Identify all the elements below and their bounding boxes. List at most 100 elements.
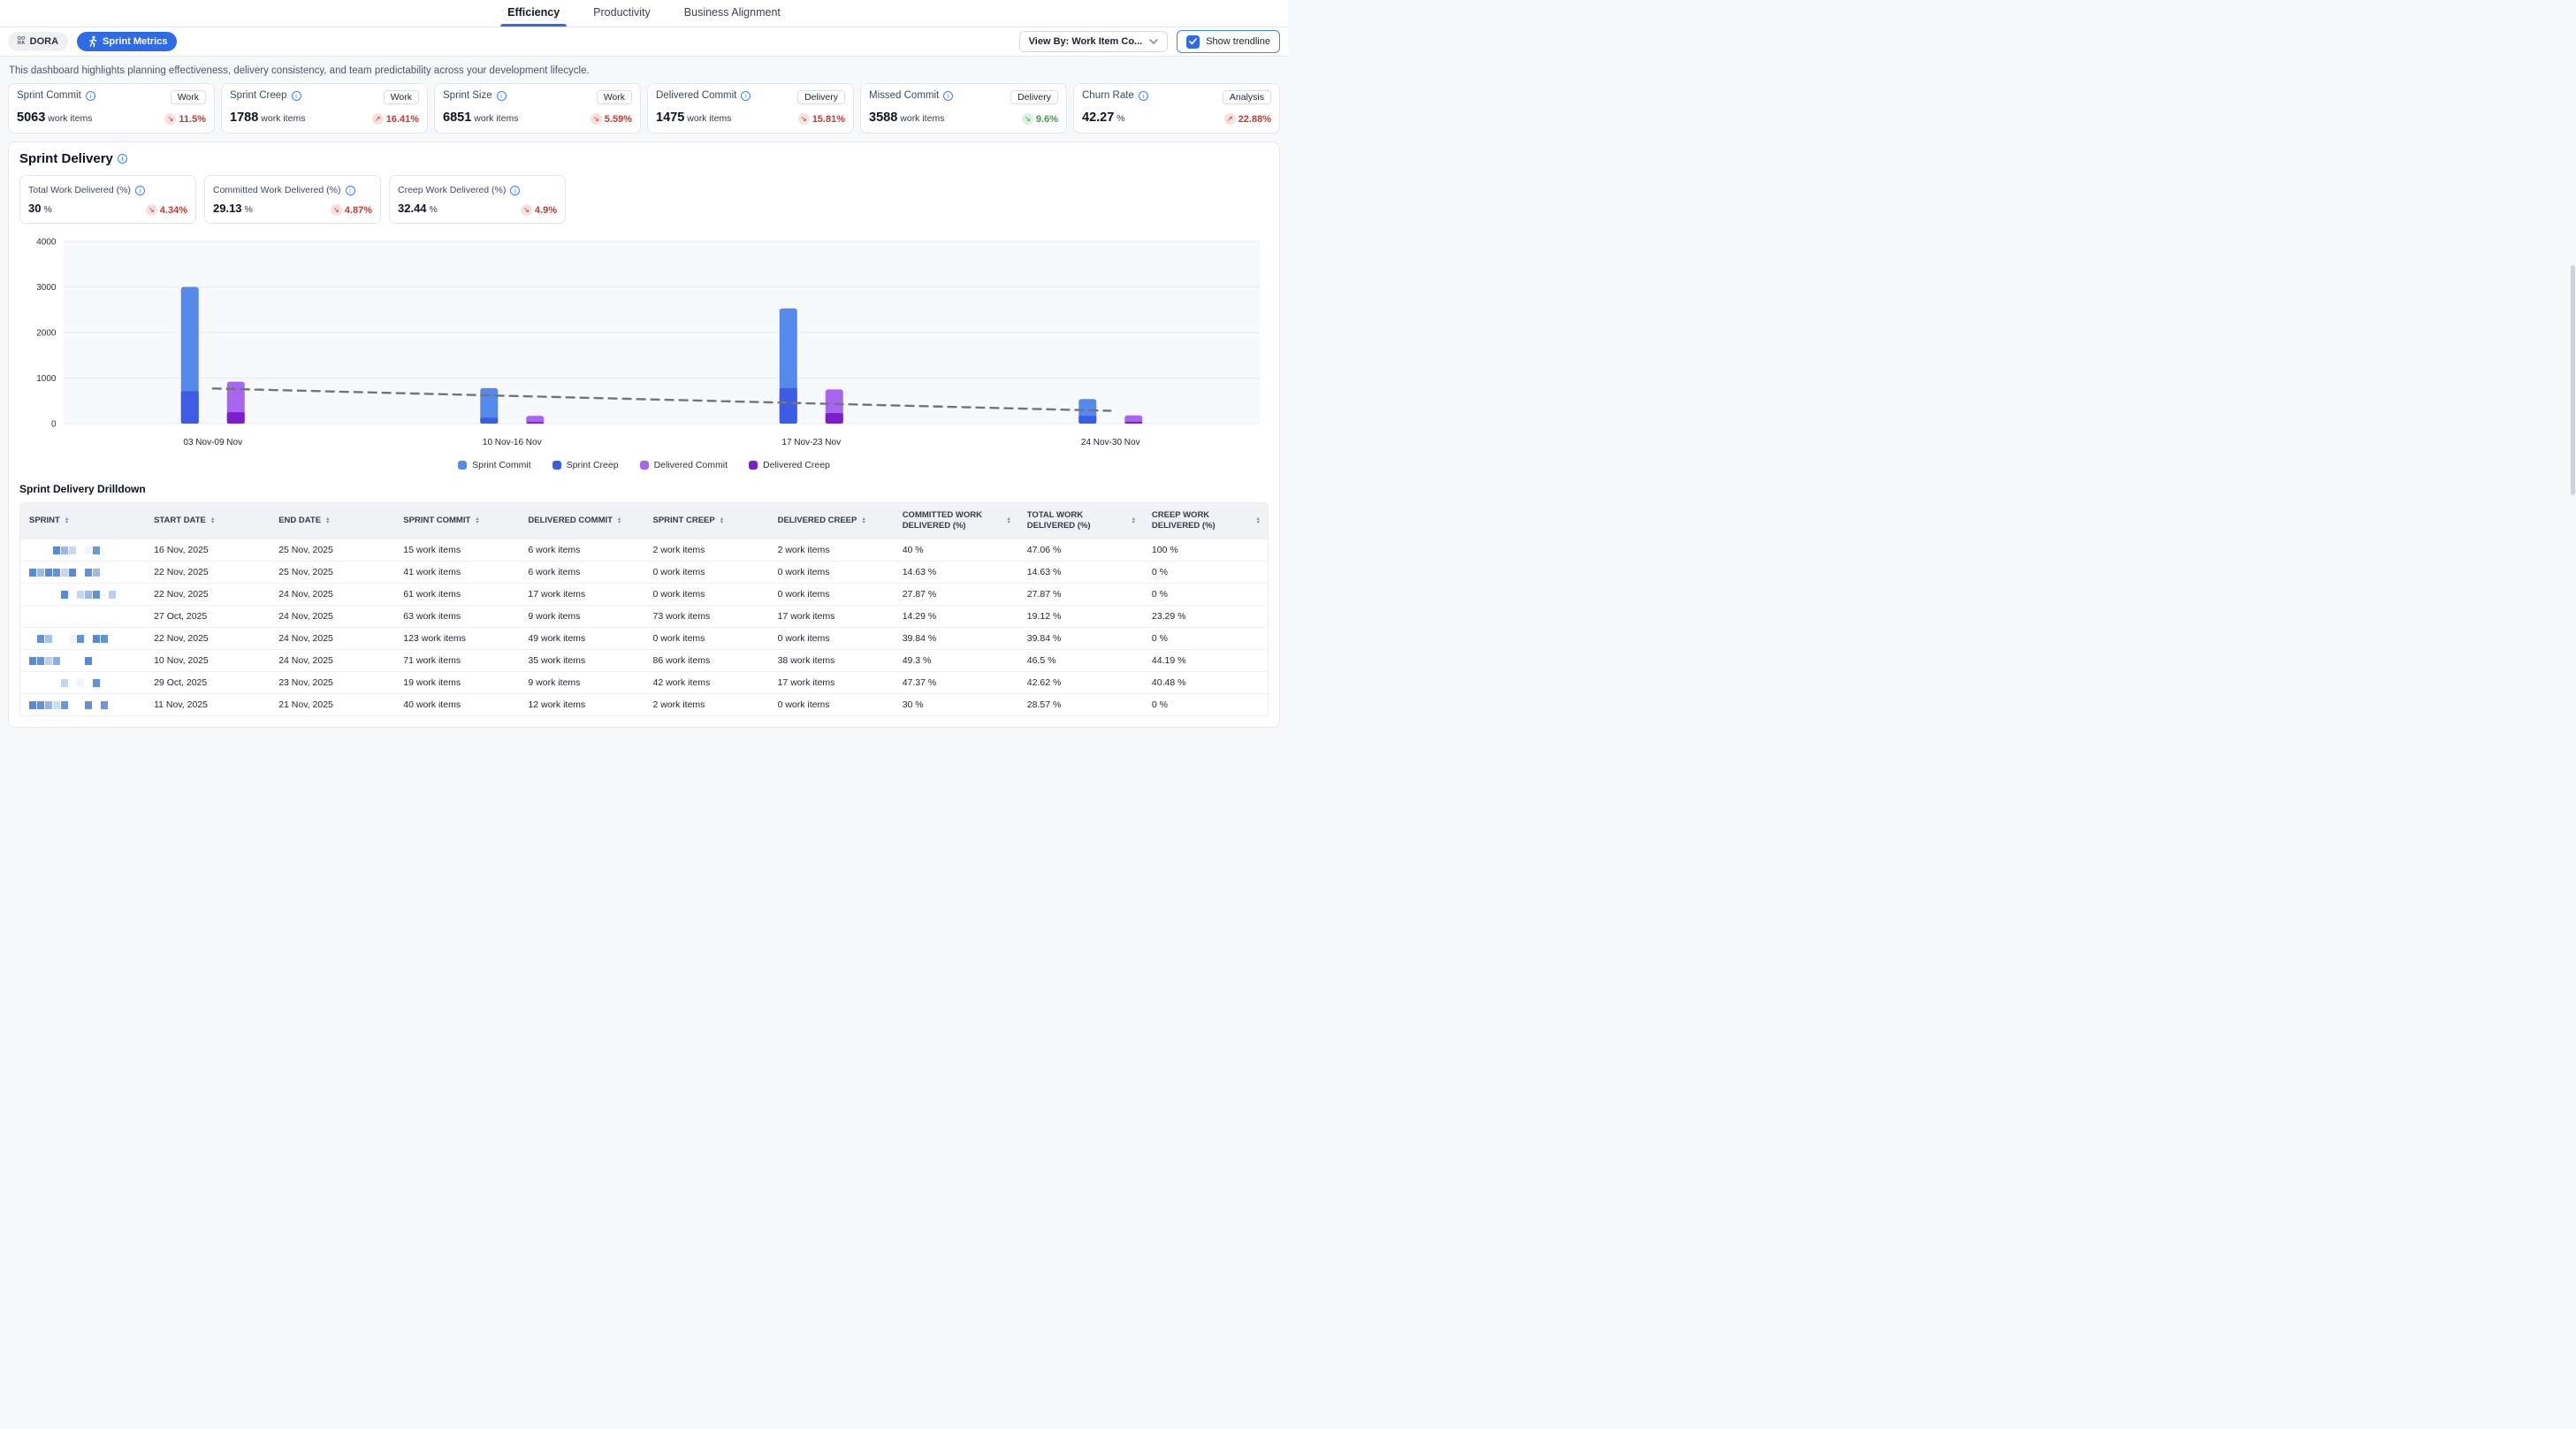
table-row[interactable]: 11 Nov, 202521 Nov, 202540 work items12 …	[20, 693, 1268, 715]
bar-delivered-creep[interactable]	[1124, 422, 1142, 424]
x-axis-label: 17 Nov-23 Nov	[781, 438, 841, 447]
metric-value: 29.13%	[213, 202, 253, 215]
cell-sprint-creep: 0 work items	[644, 567, 769, 577]
bar-delivered-creep[interactable]	[826, 413, 843, 424]
x-axis-label: 03 Nov-09 Nov	[183, 438, 242, 447]
legend-swatch	[640, 461, 649, 470]
table-row[interactable]: 29 Oct, 202523 Nov, 202519 work items9 w…	[20, 671, 1268, 693]
sort-icon: ▲▼	[475, 517, 479, 525]
table-row[interactable]: 22 Nov, 202524 Nov, 2025123 work items49…	[20, 627, 1268, 649]
table-row[interactable]: 27 Oct, 202524 Nov, 202563 work items9 w…	[20, 605, 1268, 627]
trend-up-icon: ↗	[372, 113, 384, 125]
tab-efficiency[interactable]: Efficiency	[506, 0, 561, 27]
kpi-card: Sprint CreepiWork1788work items↗16.41%	[221, 83, 428, 134]
info-icon[interactable]: i	[1139, 91, 1148, 101]
table-row[interactable]: 10 Nov, 202524 Nov, 202571 work items35 …	[20, 649, 1268, 671]
sprint-block	[93, 635, 100, 643]
bar-sprint-creep[interactable]	[1078, 416, 1096, 424]
cell-sprint-commit: 123 work items	[394, 633, 519, 644]
metric-title: Committed Work Delivered (%)i	[213, 185, 355, 195]
kpi-card-title: Delivered Commiti	[656, 90, 751, 101]
table-row[interactable]: 22 Nov, 202525 Nov, 202541 work items6 w…	[20, 561, 1268, 583]
info-icon[interactable]: i	[86, 91, 95, 101]
kpi-category-badge: Delivery	[1010, 90, 1058, 104]
trend-indicator: ↗16.41%	[372, 113, 419, 125]
sprint-block	[85, 569, 92, 577]
metric-title: Creep Work Delivered (%)i	[398, 185, 520, 195]
info-icon[interactable]: i	[346, 186, 355, 195]
metric-bottom: 32.44%↘4.9%	[398, 202, 557, 216]
column-header-end-date[interactable]: END DATE▲▼	[270, 511, 394, 531]
cell-committed-pct: 27.87 %	[894, 589, 1018, 600]
cell-delivered-commit: 9 work items	[519, 677, 644, 688]
legend-item-delivered-creep[interactable]: Delivered Creep	[749, 460, 830, 470]
kpi-unit: %	[1117, 113, 1124, 124]
info-icon[interactable]: i	[118, 154, 127, 164]
info-icon[interactable]: i	[943, 91, 953, 101]
cell-sprint	[20, 701, 145, 709]
table-row[interactable]: 22 Nov, 202524 Nov, 202561 work items17 …	[20, 583, 1268, 605]
info-icon[interactable]: i	[497, 91, 507, 101]
info-icon[interactable]: i	[292, 91, 301, 101]
sprint-block	[53, 657, 60, 665]
sprint-block	[85, 657, 92, 665]
show-trendline-toggle[interactable]: Show trendline	[1177, 30, 1280, 53]
bar-sprint-creep[interactable]	[780, 388, 797, 424]
kpi-unit: work items	[48, 113, 92, 124]
info-icon[interactable]: i	[510, 186, 520, 195]
legend-item-sprint-commit[interactable]: Sprint Commit	[458, 460, 531, 470]
sprint-block	[77, 635, 84, 643]
cell-delivered-commit: 17 work items	[519, 589, 644, 600]
cell-sprint	[20, 569, 145, 577]
sprint-block	[29, 569, 36, 577]
column-header-sprint[interactable]: SPRINT▲▼	[20, 511, 145, 531]
tab-business-alignment[interactable]: Business Alignment	[682, 0, 782, 27]
sprint-metrics-label: Sprint Metrics	[103, 36, 167, 47]
cell-sprint-commit: 63 work items	[394, 611, 519, 622]
table-row[interactable]: 16 Nov, 202525 Nov, 202515 work items6 w…	[20, 539, 1268, 561]
legend-item-sprint-creep[interactable]: Sprint Creep	[553, 460, 619, 470]
column-header-start-date[interactable]: START DATE▲▼	[145, 511, 270, 531]
bar-chart-svg: 0100020003000400003 Nov-09 Nov10 Nov-16 …	[19, 231, 1269, 452]
cell-sprint-commit: 71 work items	[394, 655, 519, 666]
kpi-card-bottom: 42.27%↗22.88%	[1082, 111, 1271, 125]
column-header-delivered-creep[interactable]: DELIVERED CREEP▲▼	[769, 511, 894, 531]
cell-end-date: 25 Nov, 2025	[270, 567, 394, 577]
bar-sprint-creep[interactable]	[480, 417, 498, 424]
bar-delivered-creep[interactable]	[227, 412, 245, 424]
column-header-sprint-commit[interactable]: SPRINT COMMIT ▲▼	[394, 511, 519, 531]
delivery-metric-row: Total Work Delivered (%)i30%↘4.34%Commit…	[19, 175, 1269, 224]
column-header-creep-work-delivered[interactable]: CREEP WORK DELIVERED (%)▲▼	[1143, 506, 1268, 537]
column-header-label: SPRINT COMMIT	[403, 516, 470, 526]
kpi-unit: work items	[687, 113, 731, 124]
info-icon[interactable]: i	[741, 91, 751, 101]
legend-item-delivered-commit[interactable]: Delivered Commit	[640, 460, 728, 470]
view-by-dropdown[interactable]: View By: Work Item Co...	[1019, 31, 1169, 52]
show-trendline-checkbox[interactable]	[1186, 35, 1200, 49]
cell-creep-pct: 40.48 %	[1143, 677, 1268, 688]
kpi-card-bottom: 6851work items↘5.59%	[443, 111, 632, 125]
page-scrollbar[interactable]	[2571, 265, 2575, 495]
column-header-delivered-commit[interactable]: DELIVERED COMMIT▲▼	[519, 511, 644, 531]
cell-delivered-creep: 0 work items	[769, 567, 894, 577]
cell-creep-pct: 44.19 %	[1143, 655, 1268, 666]
column-header-sprint-creep[interactable]: SPRINT CREEP▲▼	[644, 511, 769, 531]
metric-value: 30%	[28, 202, 52, 215]
cell-sprint	[20, 591, 145, 599]
kpi-card-title: Sprint Commiti	[17, 90, 95, 101]
column-header-label: SPRINT	[29, 516, 60, 526]
bar-sprint-creep[interactable]	[181, 391, 199, 424]
column-header-total-work-delivered[interactable]: TOTAL WORK DELIVERED (%)▲▼	[1018, 506, 1143, 537]
trend-value: 5.59%	[605, 114, 632, 125]
tab-productivity[interactable]: Productivity	[591, 0, 652, 27]
kpi-card-title: Sprint Sizei	[443, 90, 507, 101]
delivery-metric-card: Creep Work Delivered (%)i 32.44%↘4.9%	[389, 175, 566, 224]
kpi-card-top: Missed CommitiDelivery	[869, 90, 1058, 104]
sprint-metrics-button[interactable]: Sprint Metrics	[77, 32, 177, 51]
column-header-committed-work-delivered[interactable]: COMMITTED WORK DELIVERED (%)▲▼	[894, 506, 1018, 537]
redacted-sprint-name	[29, 546, 138, 554]
info-icon[interactable]: i	[135, 186, 145, 195]
dora-button[interactable]: DORA DORA	[8, 32, 68, 51]
bar-delivered-creep[interactable]	[526, 422, 544, 424]
trend-value: 11.5%	[179, 114, 206, 125]
